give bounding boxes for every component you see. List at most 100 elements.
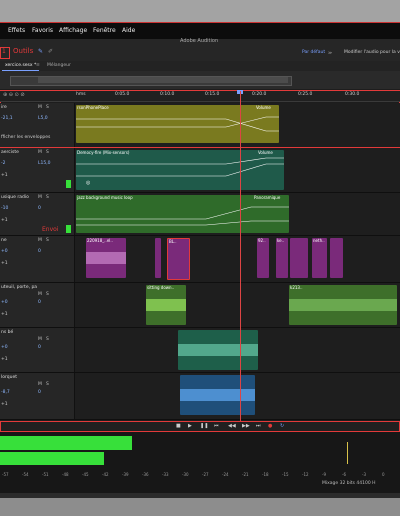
pan-knob[interactable]: L5,0 (38, 116, 48, 121)
audio-clip[interactable]: jazz background music loop Panoramique (76, 195, 289, 233)
mute-button[interactable]: M (38, 238, 42, 243)
tab-menu-icon[interactable]: ≡ (33, 62, 43, 70)
solo-button[interactable]: S (46, 337, 49, 342)
clip-envelope[interactable] (76, 105, 279, 143)
send-value[interactable]: +1 (1, 312, 8, 317)
pan-knob[interactable]: 0 (38, 390, 41, 395)
track-name[interactable]: aerciste (1, 150, 19, 155)
audio-clip[interactable]: 92.. (257, 238, 269, 278)
mute-button[interactable]: M (38, 292, 42, 297)
track-name[interactable]: ire (1, 105, 7, 110)
brush-tool-icon[interactable]: ✐ (48, 48, 53, 55)
play-icon[interactable]: ▶ (188, 423, 192, 429)
send-value[interactable]: +1 (1, 173, 8, 178)
send-value[interactable]: +1 (1, 357, 8, 362)
go-end-icon[interactable]: ⏭ (256, 423, 261, 429)
playhead[interactable] (240, 91, 241, 465)
pan-knob[interactable]: 0 (38, 206, 41, 211)
solo-button[interactable]: S (46, 105, 49, 110)
clip-waveform (178, 344, 258, 356)
volume-knob[interactable]: +0 (1, 345, 8, 350)
rewind-icon[interactable]: ◀◀ (228, 423, 236, 429)
audio-clip[interactable]: ke.. (276, 238, 288, 278)
menu-view[interactable]: Affichage (59, 27, 87, 34)
volume-knob[interactable]: -21,1 (1, 116, 13, 121)
session-overview[interactable] (0, 71, 400, 89)
solo-button[interactable]: S (46, 238, 49, 243)
mute-button[interactable]: M (38, 150, 42, 155)
audio-clip[interactable] (180, 375, 255, 415)
send-value[interactable]: +1 (1, 261, 8, 266)
send-value[interactable]: +1 (1, 402, 8, 407)
solo-button[interactable]: S (46, 292, 49, 297)
menu-favorites[interactable]: Favoris (32, 27, 53, 34)
loop-icon[interactable]: ↻ (280, 423, 284, 429)
menu-help[interactable]: Aide (122, 27, 135, 34)
clip-envelope[interactable] (76, 150, 284, 190)
mute-button[interactable]: M (38, 195, 42, 200)
meter-bar-left (0, 436, 132, 450)
track-name[interactable]: ns bé (1, 330, 13, 335)
clip-envelope[interactable] (76, 195, 289, 233)
audio-clip[interactable]: 220918_..el.. (86, 238, 126, 278)
tab-mixer[interactable]: Mélangeur (44, 62, 74, 70)
solo-button[interactable]: S (46, 382, 49, 387)
stop-icon[interactable]: ■ (176, 423, 181, 429)
volume-knob[interactable]: +0 (1, 300, 8, 305)
clip-label: ke.. (277, 238, 285, 243)
clip-label: neth.. (313, 238, 325, 243)
zoom-icon[interactable]: ⊕ ⊖ ⊙ ⊘ (3, 92, 25, 98)
go-start-icon[interactable]: ⏮ (214, 423, 219, 429)
audio-clip[interactable]: k213.. (289, 285, 397, 325)
show-envelopes[interactable]: fficher les enveloppes (1, 135, 50, 140)
pause-icon[interactable]: ❚❚ (200, 423, 208, 429)
volume-knob[interactable]: +0 (1, 249, 8, 254)
pan-knob[interactable]: 0 (38, 345, 41, 350)
track-name[interactable]: ne (1, 238, 7, 243)
solo-button[interactable]: S (46, 150, 49, 155)
audio-clip[interactable] (290, 238, 308, 278)
mute-button[interactable]: M (38, 382, 42, 387)
meter-tick: -15 (282, 472, 289, 477)
audio-clip[interactable]: Democy-fire (Mix-sensors) Volume ◎ (76, 150, 284, 190)
audio-clip[interactable]: sitting down.. (146, 285, 186, 325)
annotation-label-tools: Outils (13, 47, 34, 55)
volume-knob[interactable]: -8,7 (1, 390, 10, 395)
ruler-unit: hms (76, 92, 86, 97)
track-header: lorquet M S -8,7 0 +1 (0, 373, 75, 419)
audio-clip-selected[interactable]: BL.. (167, 238, 190, 280)
record-icon[interactable]: ● (268, 423, 272, 429)
menu-window[interactable]: Fenêtre (93, 27, 116, 34)
meter-tick: -27 (202, 472, 209, 477)
audio-clip[interactable] (330, 238, 343, 278)
forward-icon[interactable]: ▶▶ (242, 423, 250, 429)
track-3: usique radio M S -10 0 +1 Envoi jazz bac… (0, 193, 400, 236)
track-name[interactable]: uteuil, porte, pa (1, 285, 37, 290)
audio-clip[interactable]: neth.. (312, 238, 327, 278)
clip-fx-icon[interactable]: ◎ (86, 180, 90, 186)
track-name[interactable]: usique radio (1, 195, 29, 200)
meter-tick: -39 (122, 472, 129, 477)
mute-button[interactable]: M (38, 105, 42, 110)
chevron-icon[interactable]: ≫ (328, 50, 332, 55)
mute-button[interactable]: M (38, 337, 42, 342)
audio-clip[interactable] (155, 238, 161, 278)
send-value[interactable]: +1 (1, 218, 8, 223)
meter-tick: -12 (302, 472, 309, 477)
pan-knob[interactable]: 0 (38, 300, 41, 305)
track-name[interactable]: lorquet (1, 375, 17, 380)
workspace-modify[interactable]: Modifier l'audio pour la v (344, 50, 400, 55)
workspace-default[interactable]: Par défaut (302, 50, 325, 55)
ruler-tick: 0:20.0 (252, 92, 267, 97)
solo-button[interactable]: S (46, 195, 49, 200)
volume-knob[interactable]: -2 (1, 161, 6, 166)
pan-knob[interactable]: L15,0 (38, 161, 51, 166)
menu-effects[interactable]: Effets (8, 27, 25, 34)
timeline-ruler[interactable]: ⊕ ⊖ ⊙ ⊘ hms 0:05.0 0:10.0 0:15.0 0:20.0 … (0, 90, 400, 102)
pan-knob[interactable]: 0 (38, 249, 41, 254)
volume-knob[interactable]: -10 (1, 206, 8, 211)
pencil-tool-icon[interactable]: ✎ (38, 48, 43, 55)
track-header: usique radio M S -10 0 +1 Envoi (0, 193, 75, 235)
audio-clip[interactable] (178, 330, 258, 370)
audio-clip[interactable]: rsonPhonePlace Volume (76, 105, 279, 143)
